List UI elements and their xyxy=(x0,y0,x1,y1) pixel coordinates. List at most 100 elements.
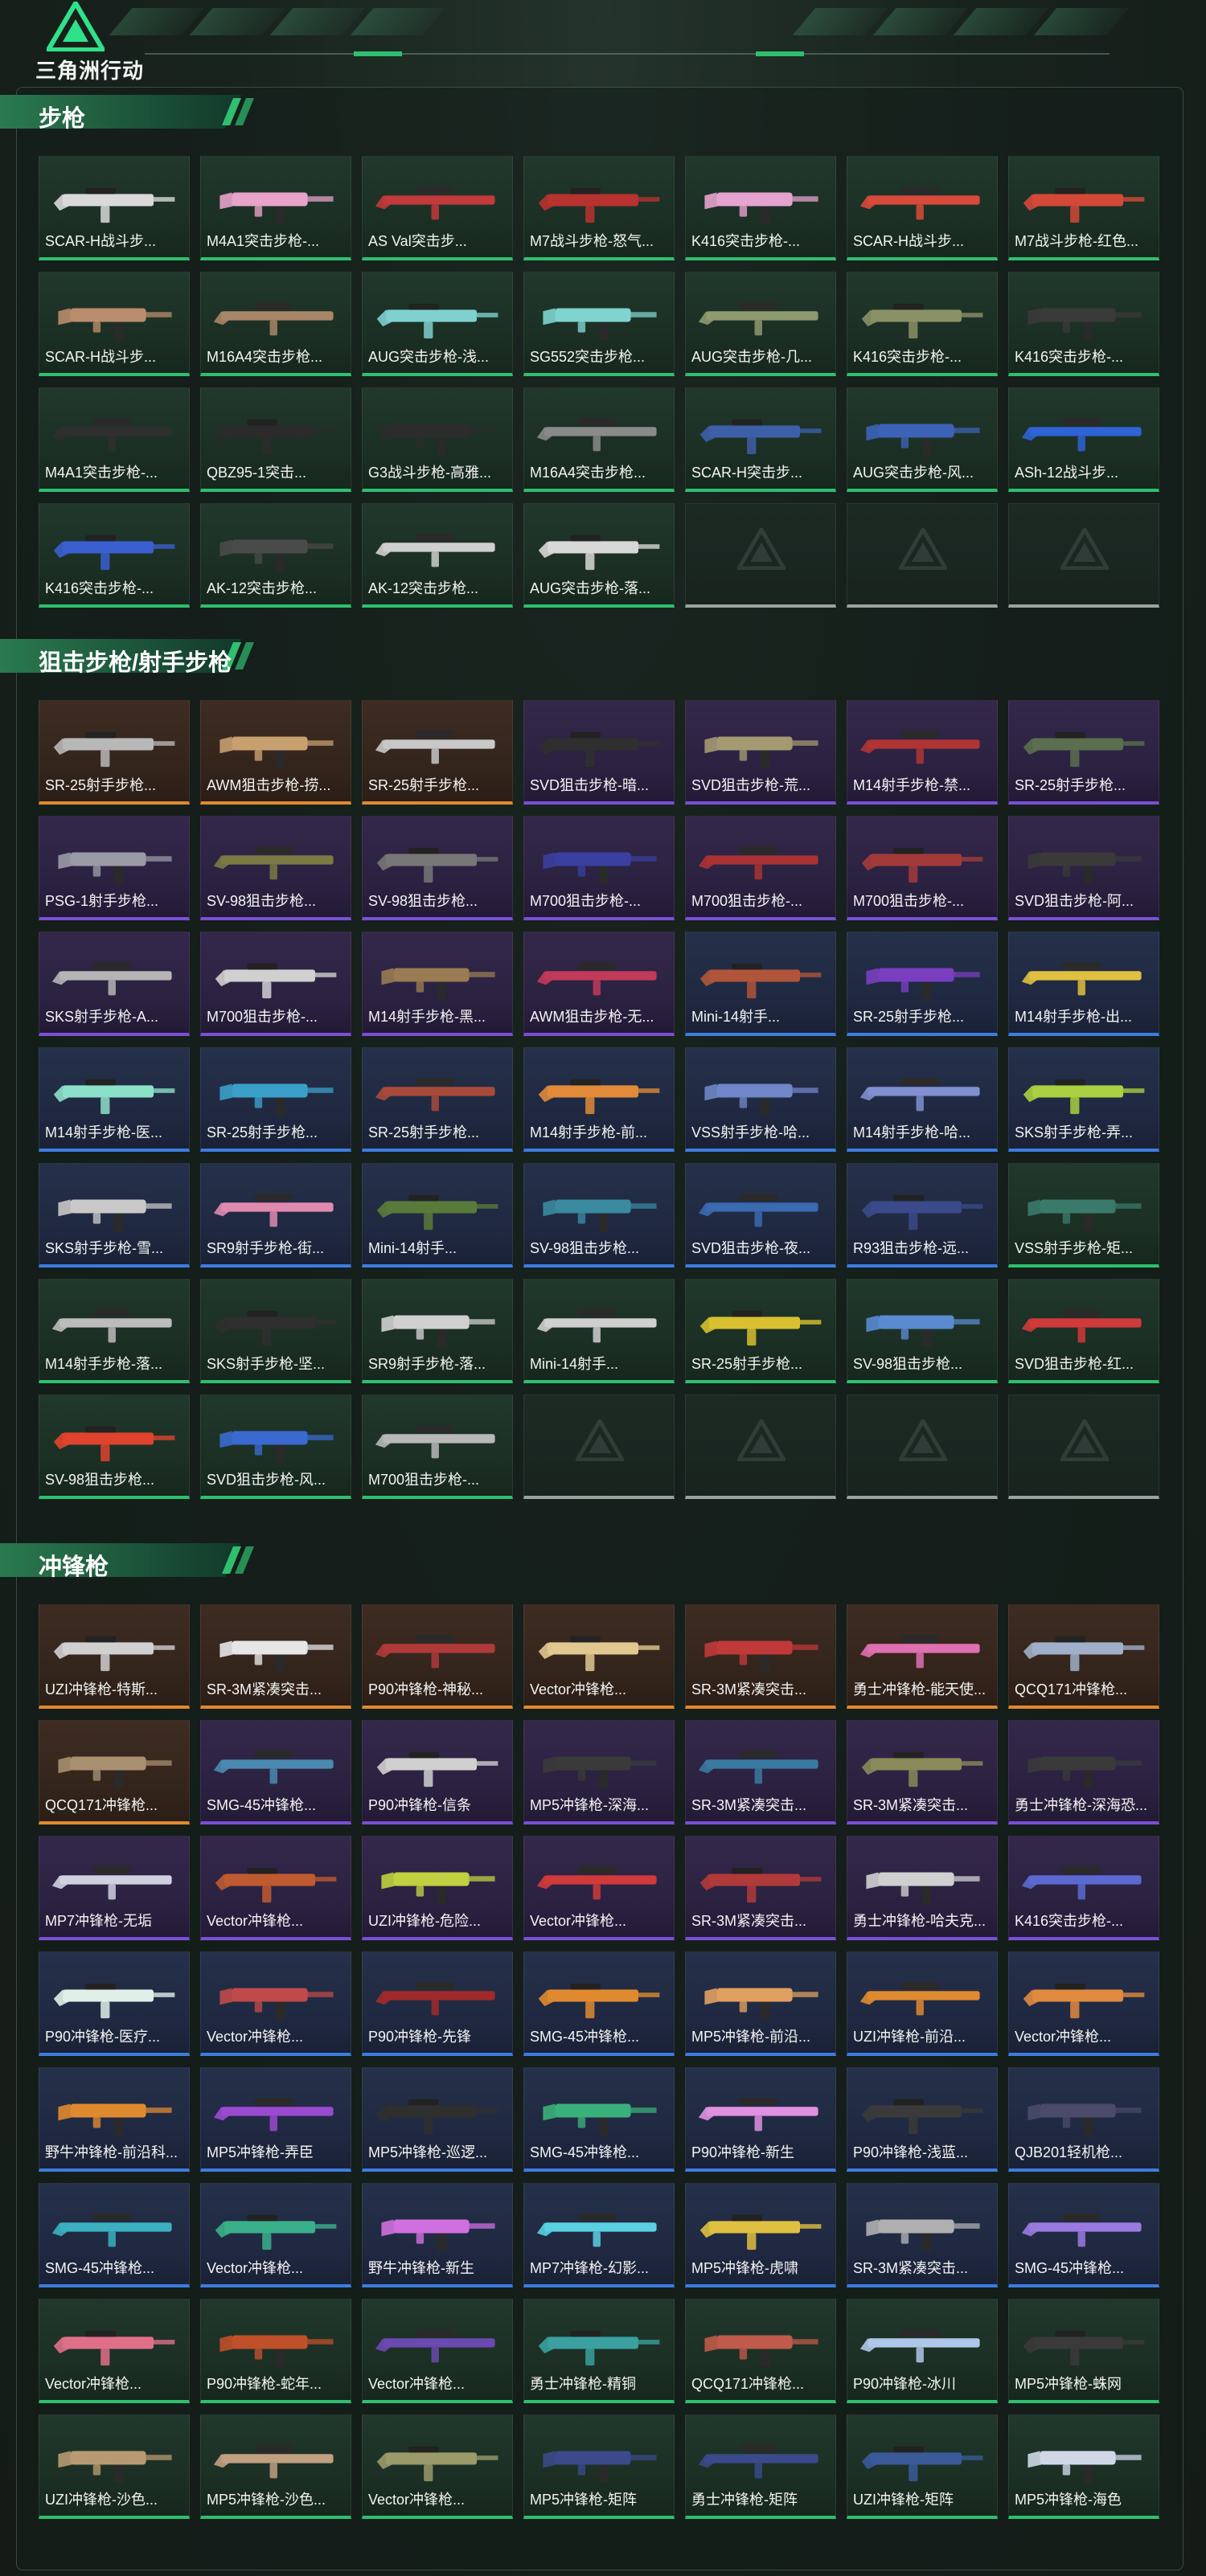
weapon-card[interactable]: AUG突击步枪-落... xyxy=(523,503,675,608)
weapon-card[interactable]: SMG-45冲锋枪... xyxy=(39,2183,190,2287)
weapon-card[interactable]: 野牛冲锋枪-前沿科... xyxy=(39,2067,190,2172)
weapon-card[interactable]: MP5冲锋枪-弄臣 xyxy=(200,2067,351,2172)
weapon-card[interactable]: SCAR-H战斗步... xyxy=(39,156,190,260)
weapon-card[interactable]: 勇士冲锋枪-精铜 xyxy=(523,2299,675,2403)
weapon-card[interactable]: Vector冲锋枪... xyxy=(362,2414,513,2519)
weapon-card[interactable]: SR-25射手步枪... xyxy=(200,1047,351,1152)
weapon-card[interactable]: K416突击步枪-... xyxy=(39,503,190,608)
weapon-card[interactable]: SR-3M紧凑突击... xyxy=(685,1720,836,1824)
weapon-card[interactable]: SV-98狙击步枪... xyxy=(847,1279,998,1383)
weapon-card[interactable]: AUG突击步枪-风... xyxy=(847,387,998,492)
weapon-card[interactable]: SCAR-H战斗步... xyxy=(39,272,190,376)
weapon-card[interactable]: 勇士冲锋枪-深海恐... xyxy=(1008,1720,1159,1824)
weapon-card[interactable]: SV-98狙击步枪... xyxy=(200,816,351,920)
weapon-card[interactable]: Vector冲锋枪... xyxy=(200,2183,351,2287)
weapon-card[interactable]: SCAR-H突击步... xyxy=(685,387,836,492)
weapon-card[interactable]: SR9射手步枪-街... xyxy=(200,1163,351,1268)
weapon-card[interactable]: M7战斗步枪-怒气... xyxy=(523,156,675,260)
weapon-card[interactable]: M7战斗步枪-红色... xyxy=(1008,156,1159,260)
weapon-card[interactable]: SVD狙击步枪-阿... xyxy=(1008,816,1159,920)
weapon-card[interactable]: M700狙击步枪-... xyxy=(200,932,351,1036)
weapon-card[interactable]: MP7冲锋枪-无垢 xyxy=(39,1836,190,1940)
weapon-card[interactable]: 野牛冲锋枪-新生 xyxy=(362,2183,513,2287)
weapon-card[interactable]: M14射手步枪-医... xyxy=(39,1047,190,1152)
weapon-card[interactable]: M700狙击步枪-... xyxy=(847,816,998,920)
weapon-card[interactable]: SVD狙击步枪-夜... xyxy=(685,1163,836,1268)
weapon-card[interactable]: SVD狙击步枪-风... xyxy=(200,1394,351,1499)
weapon-card[interactable]: SMG-45冲锋枪... xyxy=(523,1951,675,2056)
weapon-card[interactable]: AWM狙击步枪-捞... xyxy=(200,700,351,805)
weapon-card[interactable]: SR-25射手步枪... xyxy=(362,1047,513,1152)
weapon-card[interactable]: MP5冲锋枪-深海... xyxy=(523,1720,675,1824)
weapon-card[interactable]: Mini-14射手... xyxy=(362,1163,513,1268)
weapon-card[interactable]: M700狙击步枪-... xyxy=(362,1394,513,1499)
weapon-card[interactable]: SKS射手步枪-坚... xyxy=(200,1279,351,1383)
weapon-card[interactable]: SV-98狙击步枪... xyxy=(39,1394,190,1499)
weapon-card[interactable]: K416突击步枪-... xyxy=(685,156,836,260)
weapon-card[interactable]: SR-3M紧凑突击... xyxy=(200,1604,351,1709)
weapon-card[interactable]: M16A4突击步枪... xyxy=(523,387,675,492)
weapon-card[interactable]: QJB201轻机枪... xyxy=(1008,2067,1159,2172)
weapon-card[interactable]: Vector冲锋枪... xyxy=(362,2299,513,2403)
weapon-card[interactable]: SKS射手步枪-弄... xyxy=(1008,1047,1159,1152)
weapon-card[interactable]: VSS射手步枪-矩... xyxy=(1008,1163,1159,1268)
weapon-card[interactable]: MP5冲锋枪-海色 xyxy=(1008,2414,1159,2519)
weapon-card[interactable]: Mini-14射手... xyxy=(685,932,836,1036)
weapon-card[interactable]: QBZ95-1突击... xyxy=(200,387,351,492)
weapon-card[interactable]: M14射手步枪-出... xyxy=(1008,932,1159,1036)
weapon-card[interactable]: Vector冲锋枪... xyxy=(200,1836,351,1940)
weapon-card[interactable]: SKS射手步枪-雪... xyxy=(39,1163,190,1268)
weapon-card[interactable]: M14射手步枪-哈... xyxy=(847,1047,998,1152)
weapon-card[interactable]: M14射手步枪-禁... xyxy=(847,700,998,805)
weapon-card[interactable]: SR-25射手步枪... xyxy=(39,700,190,805)
weapon-card[interactable]: SR9射手步枪-落... xyxy=(362,1279,513,1383)
weapon-card[interactable]: AK-12突击步枪... xyxy=(200,503,351,608)
weapon-card[interactable]: AUG突击步枪-浅... xyxy=(362,272,513,376)
weapon-card[interactable]: 勇士冲锋枪-能天使... xyxy=(847,1604,998,1709)
weapon-card[interactable]: P90冲锋枪-神秘... xyxy=(362,1604,513,1709)
weapon-card[interactable]: M14射手步枪-落... xyxy=(39,1279,190,1383)
weapon-card[interactable]: AK-12突击步枪... xyxy=(362,503,513,608)
weapon-card[interactable]: SVD狙击步枪-暗... xyxy=(523,700,675,805)
weapon-card[interactable]: SMG-45冲锋枪... xyxy=(523,2067,675,2172)
weapon-card[interactable]: QCQ171冲锋枪... xyxy=(1008,1604,1159,1709)
weapon-card[interactable]: MP5冲锋枪-巡逻... xyxy=(362,2067,513,2172)
weapon-card[interactable]: M14射手步枪-前... xyxy=(523,1047,675,1152)
weapon-card[interactable]: P90冲锋枪-信条 xyxy=(362,1720,513,1824)
weapon-card[interactable]: MP7冲锋枪-幻影... xyxy=(523,2183,675,2287)
weapon-card[interactable]: R93狙击步枪-远... xyxy=(847,1163,998,1268)
weapon-card[interactable]: SR-25射手步枪... xyxy=(1008,700,1159,805)
weapon-card[interactable]: P90冲锋枪-蛇年... xyxy=(200,2299,351,2403)
weapon-card[interactable]: ASh-12战斗步... xyxy=(1008,387,1159,492)
weapon-card[interactable]: SVD狙击步枪-红... xyxy=(1008,1279,1159,1383)
weapon-card[interactable]: UZI冲锋枪-矩阵 xyxy=(847,2414,998,2519)
weapon-card[interactable]: P90冲锋枪-新生 xyxy=(685,2067,836,2172)
weapon-card[interactable]: UZI冲锋枪-特斯... xyxy=(39,1604,190,1709)
weapon-card[interactable]: MP5冲锋枪-蛛网 xyxy=(1008,2299,1159,2403)
weapon-card[interactable]: AWM狙击步枪-无... xyxy=(523,932,675,1036)
weapon-card[interactable]: Vector冲锋枪... xyxy=(523,1836,675,1940)
weapon-card[interactable]: MP5冲锋枪-虎啸 xyxy=(685,2183,836,2287)
weapon-card[interactable]: UZI冲锋枪-沙色... xyxy=(39,2414,190,2519)
weapon-card[interactable]: MP5冲锋枪-沙色... xyxy=(200,2414,351,2519)
weapon-card[interactable]: P90冲锋枪-医疗... xyxy=(39,1951,190,2056)
weapon-card[interactable]: SG552突击步枪... xyxy=(523,272,675,376)
weapon-card[interactable]: Vector冲锋枪... xyxy=(1008,1951,1159,2056)
weapon-card[interactable]: AS Val突击步... xyxy=(362,156,513,260)
weapon-card[interactable]: SV-98狙击步枪... xyxy=(523,1163,675,1268)
weapon-card[interactable]: P90冲锋枪-先锋 xyxy=(362,1951,513,2056)
weapon-card[interactable]: UZI冲锋枪-危险... xyxy=(362,1836,513,1940)
weapon-card[interactable]: M700狙击步枪-... xyxy=(685,816,836,920)
weapon-card[interactable]: PSG-1射手步枪... xyxy=(39,816,190,920)
weapon-card[interactable]: VSS射手步枪-哈... xyxy=(685,1047,836,1152)
weapon-card[interactable]: Vector冲锋枪... xyxy=(523,1604,675,1709)
weapon-card[interactable]: MP5冲锋枪-矩阵 xyxy=(523,2414,675,2519)
weapon-card[interactable]: AUG突击步枪-几... xyxy=(685,272,836,376)
weapon-card[interactable]: QCQ171冲锋枪... xyxy=(39,1720,190,1824)
weapon-card[interactable]: SKS射手步枪-A... xyxy=(39,932,190,1036)
weapon-card[interactable]: SMG-45冲锋枪... xyxy=(1008,2183,1159,2287)
weapon-card[interactable]: 勇士冲锋枪-矩阵 xyxy=(685,2414,836,2519)
weapon-card[interactable]: SR-25射手步枪... xyxy=(847,932,998,1036)
weapon-card[interactable]: M16A4突击步枪... xyxy=(200,272,351,376)
weapon-card[interactable]: Vector冲锋枪... xyxy=(39,2299,190,2403)
